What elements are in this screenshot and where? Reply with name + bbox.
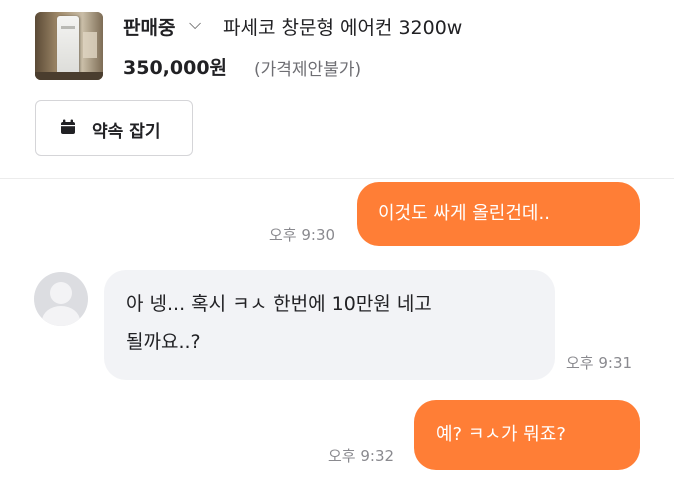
outgoing-message-bubble[interactable]: 예? ㅋㅅ가 뭐죠? <box>414 400 640 470</box>
avatar-body <box>42 306 80 326</box>
listing-thumbnail[interactable] <box>35 12 103 80</box>
thumbnail-shelf <box>83 32 97 58</box>
incoming-message-bubble[interactable]: 아 넹... 혹시 ㅋㅅ 한번에 10만원 네고 될까요..? <box>104 270 555 380</box>
make-appointment-button[interactable]: 약속 잡기 <box>35 100 193 156</box>
listing-header: 판매중 ⌵ 파세코 창문형 에어컨 3200w 350,000원 (가격제안불가… <box>0 0 674 178</box>
chevron-down-icon[interactable]: ⌵ <box>189 14 201 34</box>
listing-status[interactable]: 판매중 <box>123 13 175 40</box>
outgoing-message-bubble[interactable]: 이것도 싸게 올린건데.. <box>357 182 640 246</box>
message-timestamp: 오후 9:31 <box>566 354 633 372</box>
thumbnail-air-conditioner <box>57 16 79 76</box>
make-appointment-label: 약속 잡기 <box>92 122 161 142</box>
avatar-head <box>50 282 72 304</box>
incoming-message-line-2: 될까요..? <box>126 331 201 353</box>
listing-title: 파세코 창문형 에어컨 3200w <box>223 17 463 39</box>
calendar-icon <box>61 119 75 134</box>
message-timestamp: 오후 9:32 <box>328 447 395 465</box>
incoming-message-line-1: 아 넹... 혹시 ㅋㅅ 한번에 10만원 네고 <box>126 293 432 315</box>
thumbnail-floor <box>35 72 103 80</box>
message-timestamp: 오후 9:30 <box>269 226 336 244</box>
header-divider <box>0 178 674 179</box>
listing-price: 350,000원 <box>123 57 228 79</box>
avatar[interactable] <box>34 272 88 326</box>
price-note: (가격제안불가) <box>254 60 362 80</box>
